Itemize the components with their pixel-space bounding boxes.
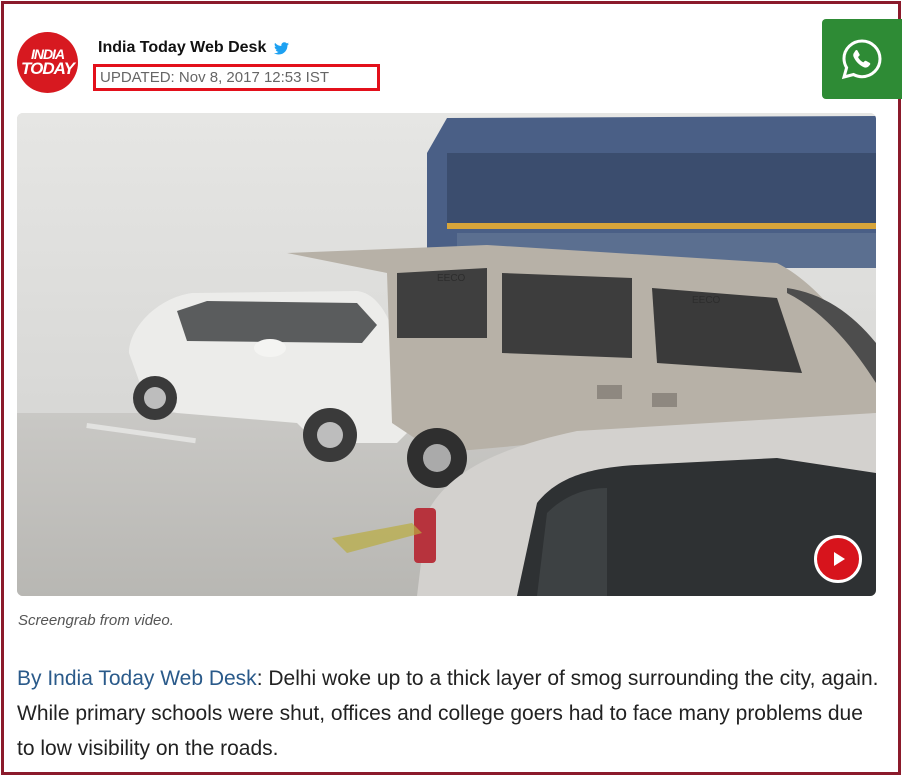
author-row: India Today Web Desk — [98, 39, 290, 57]
play-icon — [834, 552, 845, 566]
article-photo[interactable]: EECO EECO — [17, 113, 876, 596]
van-badge-1: EECO — [437, 273, 466, 284]
twitter-bird-icon[interactable] — [274, 41, 290, 55]
crash-scene-image: EECO EECO — [17, 113, 876, 596]
updated-timestamp: UPDATED: Nov 8, 2017 12:53 IST — [93, 64, 380, 91]
article-lead-paragraph: By India Today Web Desk: Delhi woke up t… — [17, 661, 879, 766]
whatsapp-icon — [841, 39, 882, 80]
video-play-button[interactable] — [814, 535, 862, 583]
van-badge-2: EECO — [692, 295, 721, 306]
byline-link[interactable]: By India Today Web Desk — [17, 667, 257, 690]
logo-line2: TODAY — [21, 59, 75, 79]
india-today-logo[interactable]: INDIA TODAY — [17, 32, 78, 93]
whatsapp-share-button[interactable] — [822, 19, 902, 99]
author-name[interactable]: India Today Web Desk — [98, 39, 266, 57]
image-caption: Screengrab from video. — [18, 612, 174, 629]
